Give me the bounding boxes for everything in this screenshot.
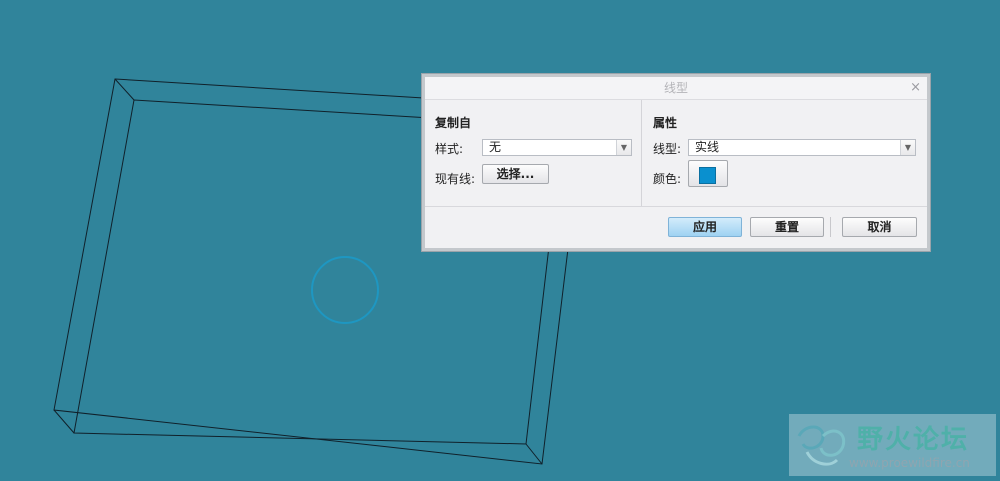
line-style-dialog: 线型 × 复制自 样式: 无 ▼ 现有线: 选择... 属性 线型: 实线 ▼ … — [422, 74, 930, 251]
dropdown-arrow-icon: ▼ — [616, 140, 631, 155]
copy-from-title: 复制自 — [435, 116, 472, 130]
line-type-select-value: 实线 — [695, 140, 720, 154]
color-label: 颜色: — [653, 172, 682, 186]
selection-circle-icon — [311, 256, 379, 324]
color-button[interactable] — [688, 160, 728, 187]
dialog-title: 线型 — [663, 81, 688, 95]
apply-button[interactable]: 应用 — [668, 217, 742, 237]
watermark-title: 野火论坛 — [857, 425, 970, 455]
watermark-url: www.proewildfire.cn — [849, 456, 970, 470]
dropdown-arrow-icon: ▼ — [900, 140, 915, 155]
section-divider — [641, 100, 642, 206]
dialog-body: 复制自 样式: 无 ▼ 现有线: 选择... 属性 线型: 实线 ▼ 颜色: — [425, 100, 927, 207]
properties-title: 属性 — [653, 116, 678, 130]
reset-button[interactable]: 重置 — [750, 217, 824, 237]
forum-watermark: 野火论坛 www.proewildfire.cn — [789, 414, 996, 476]
select-button[interactable]: 选择... — [482, 164, 549, 184]
existing-line-label: 现有线: — [435, 172, 476, 186]
line-type-select[interactable]: 实线 ▼ — [688, 139, 916, 156]
line-type-label: 线型: — [653, 142, 682, 156]
forum-logo-icon — [797, 425, 846, 466]
style-label: 样式: — [435, 142, 464, 156]
dialog-titlebar[interactable]: 线型 × — [425, 77, 927, 100]
style-select[interactable]: 无 ▼ — [482, 139, 632, 156]
style-select-value: 无 — [489, 140, 502, 154]
close-icon[interactable]: × — [910, 77, 921, 99]
color-swatch — [699, 167, 716, 184]
cancel-button[interactable]: 取消 — [842, 217, 917, 237]
button-separator — [830, 217, 831, 237]
